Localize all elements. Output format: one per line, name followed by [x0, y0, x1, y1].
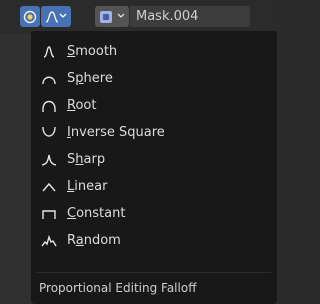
proportional-editing-icon: [23, 10, 37, 23]
sharp-falloff-icon: [41, 154, 57, 166]
menu-title: Proportional Editing Falloff: [39, 281, 197, 295]
root-falloff-icon: [42, 100, 56, 112]
menu-item-sharp[interactable]: Sharp: [31, 147, 277, 173]
screen: Mask.004 Smooth Sphere Root Inverse Squa…: [0, 0, 277, 304]
menu-item-label: Smooth: [67, 44, 118, 59]
editor-header: Mask.004: [0, 0, 277, 33]
chevron-down-icon: [117, 13, 125, 18]
falloff-menu: Smooth Sphere Root Inverse Square Sharp: [31, 31, 277, 304]
menu-item-smooth[interactable]: Smooth: [31, 39, 277, 65]
menu-item-label: Inverse Square: [67, 125, 165, 140]
menu-item-label: Linear: [67, 179, 108, 194]
menu-item-linear[interactable]: Linear: [31, 174, 277, 200]
object-type-dropdown[interactable]: [95, 6, 129, 27]
menu-item-root[interactable]: Root: [31, 93, 277, 119]
menu-item-label: Root: [67, 98, 97, 113]
menu-item-label: Constant: [67, 206, 126, 221]
menu-item-random[interactable]: Random: [31, 228, 277, 254]
menu-item-inverse-square[interactable]: Inverse Square: [31, 120, 277, 146]
random-falloff-icon: [41, 234, 57, 247]
menu-separator: [37, 272, 271, 273]
mask-icon: [100, 10, 112, 23]
linear-falloff-icon: [42, 182, 56, 192]
proportional-editing-toggle[interactable]: [20, 6, 40, 27]
menu-item-label: Sphere: [67, 71, 113, 86]
smooth-falloff-icon: [43, 46, 55, 58]
menu-item-label: Random: [67, 233, 121, 248]
sphere-falloff-icon: [42, 76, 56, 85]
falloff-dropdown[interactable]: [41, 6, 71, 27]
inverse-square-falloff-icon: [42, 126, 56, 137]
menu-item-constant[interactable]: Constant: [31, 201, 277, 227]
chevron-down-icon: [59, 13, 67, 18]
smooth-falloff-icon: [45, 10, 59, 23]
constant-falloff-icon: [42, 210, 56, 219]
menu-item-sphere[interactable]: Sphere: [31, 66, 277, 92]
object-name-field[interactable]: Mask.004: [130, 6, 250, 27]
menu-item-label: Sharp: [67, 152, 106, 167]
